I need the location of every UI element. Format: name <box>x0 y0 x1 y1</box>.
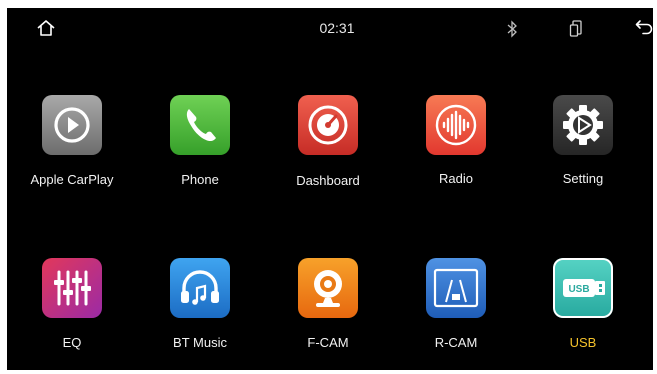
carplay-icon <box>42 95 102 155</box>
app-radio[interactable]: Radio <box>401 95 511 205</box>
app-label: Dashboard <box>296 173 360 188</box>
clock: 02:31 <box>319 20 355 36</box>
app-setting[interactable]: Setting <box>528 95 638 205</box>
app-label: Apple CarPlay <box>30 172 114 187</box>
bluetooth-icon <box>505 20 519 38</box>
app-usb[interactable]: USB USB <box>528 258 638 368</box>
app-bt-music[interactable]: BT Music <box>145 258 255 368</box>
app-label: EQ <box>62 335 82 350</box>
app-label: R-CAM <box>434 335 478 350</box>
head-unit-screen: 02:31 Apple CarPlay Phone Dashboard Radi… <box>7 8 653 370</box>
home-icon[interactable] <box>36 18 56 38</box>
radio-wave-icon <box>426 95 486 155</box>
webcam-icon <box>298 258 358 318</box>
app-label: F-CAM <box>307 335 349 350</box>
app-label: Phone <box>181 172 219 187</box>
app-dashboard[interactable]: Dashboard <box>273 95 383 205</box>
app-f-cam[interactable]: F-CAM <box>273 258 383 368</box>
app-label: BT Music <box>173 335 227 350</box>
phone-mirror-icon[interactable] <box>569 20 583 38</box>
app-eq[interactable]: EQ <box>17 258 127 368</box>
gear-icon <box>553 95 613 155</box>
headphones-icon <box>170 258 230 318</box>
back-arrow-icon[interactable] <box>635 18 653 36</box>
rear-camera-icon <box>426 258 486 318</box>
phone-icon <box>170 95 230 155</box>
app-label: USB <box>569 335 597 350</box>
speedometer-icon <box>298 95 358 155</box>
app-phone[interactable]: Phone <box>145 95 255 205</box>
app-label: Radio <box>439 171 473 186</box>
app-apple-carplay[interactable]: Apple CarPlay <box>17 95 127 205</box>
equalizer-icon <box>42 258 102 318</box>
usb-badge-text: USB <box>568 284 589 295</box>
app-label: Setting <box>562 171 604 186</box>
app-r-cam[interactable]: R-CAM <box>401 258 511 368</box>
usb-drive-icon: USB <box>553 258 613 318</box>
